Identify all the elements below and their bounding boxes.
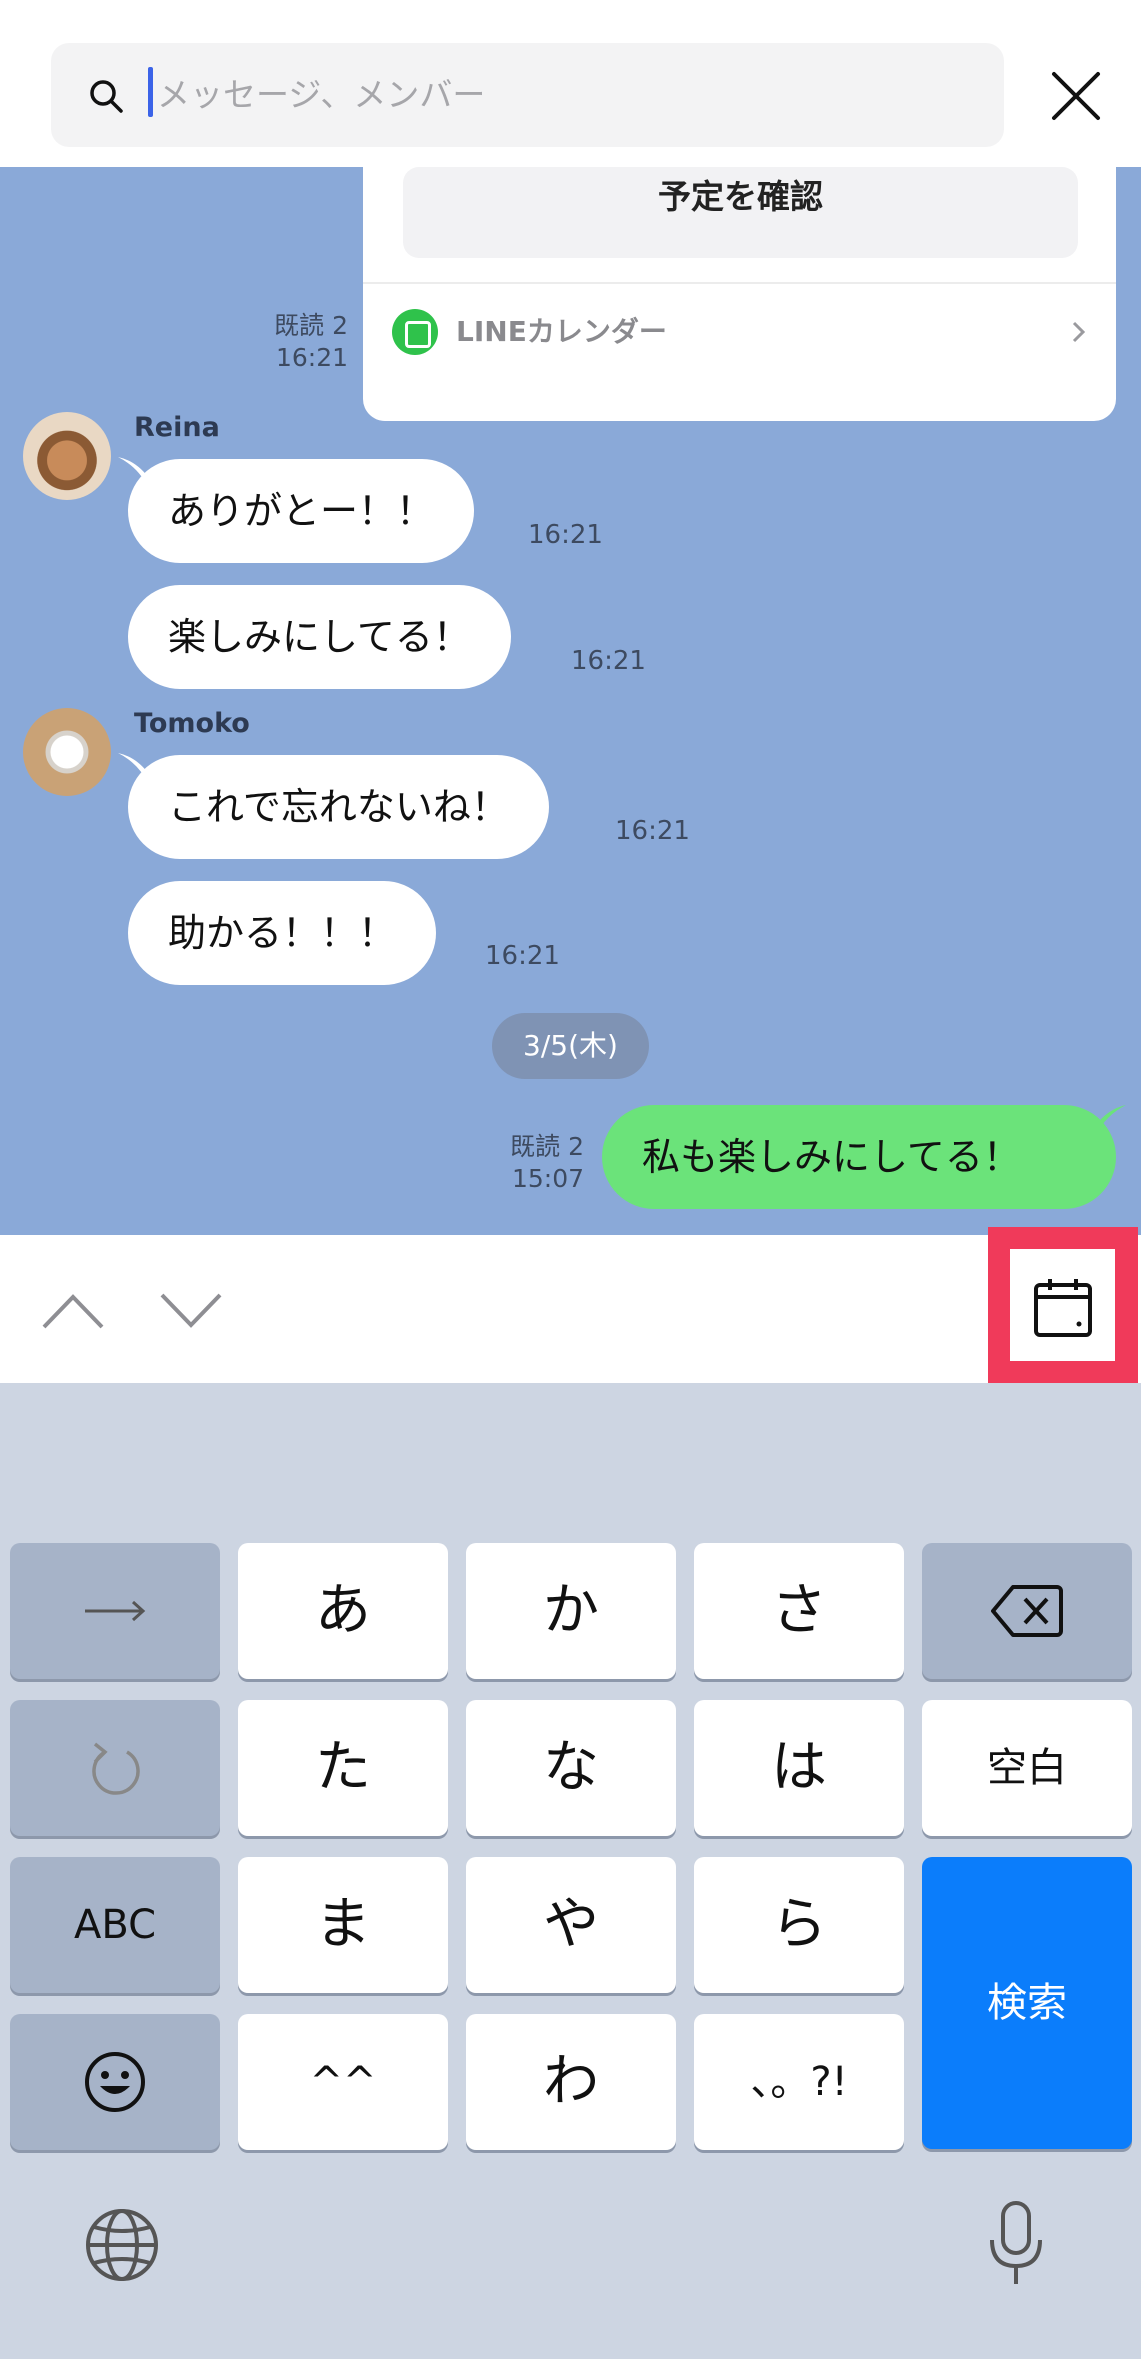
card-divider <box>363 282 1116 284</box>
search-input[interactable]: メッセージ、メンバー <box>51 43 1004 147</box>
key-undo[interactable] <box>10 1700 220 1836</box>
key-arrow-right[interactable] <box>10 1543 220 1679</box>
read-receipt: 既読 2 15:07 <box>480 1131 584 1195</box>
chevron-right-icon <box>1072 321 1086 343</box>
chevron-up-icon[interactable] <box>40 1291 106 1331</box>
calendar-share-card[interactable]: 予定を確認 LINEカレンダー <box>363 167 1116 421</box>
avatar-reina[interactable] <box>23 412 111 500</box>
globe-icon[interactable] <box>84 2207 160 2283</box>
key-a[interactable]: あ <box>238 1543 448 1679</box>
key-backspace[interactable] <box>922 1543 1132 1679</box>
read-count: 既読 2 <box>510 1132 584 1161</box>
key-ma[interactable]: ま <box>238 1857 448 1993</box>
close-icon[interactable] <box>1048 68 1104 124</box>
key-punctuation[interactable]: 、。?! <box>694 2014 904 2150</box>
key-kaomoji[interactable]: ^^ <box>238 2014 448 2150</box>
search-header: メッセージ、メンバー <box>0 0 1141 167</box>
message-bubble[interactable]: ありがとー！！ <box>128 459 475 563</box>
key-ha[interactable]: は <box>694 1700 904 1836</box>
message-bubble[interactable]: 助かる！！！ <box>128 881 437 985</box>
line-calendar-label: LINEカレンダー <box>456 315 667 348</box>
read-count: 既読 2 <box>274 311 348 340</box>
microphone-icon[interactable] <box>986 2200 1046 2288</box>
avatar-tomoko[interactable] <box>23 708 111 796</box>
sender-name: Tomoko <box>134 708 250 739</box>
confirm-schedule-button[interactable]: 予定を確認 <box>403 167 1078 258</box>
read-receipt: 既読 2 16:21 <box>240 310 348 374</box>
date-divider: 3/5(木) <box>492 1013 649 1079</box>
message-bubble[interactable]: 楽しみにしてる！ <box>128 585 511 689</box>
calendar-icon <box>1034 1279 1092 1337</box>
key-space[interactable]: 空白 <box>922 1700 1132 1836</box>
message-bubble[interactable]: これで忘れないね！ <box>128 755 549 859</box>
calendar-date-button[interactable] <box>1010 1249 1115 1361</box>
japanese-kana-keyboard: あ か さ た な は 空白 ABC ま や ら 検索 ^^ わ 、。?! <box>0 1383 1141 2359</box>
key-abc[interactable]: ABC <box>10 1857 220 1993</box>
key-ka[interactable]: か <box>466 1543 676 1679</box>
key-ta[interactable]: た <box>238 1700 448 1836</box>
undo-icon <box>92 1742 140 1795</box>
search-icon <box>90 80 123 113</box>
text-caret <box>148 67 153 117</box>
chevron-down-icon[interactable] <box>158 1291 224 1331</box>
key-ra[interactable]: ら <box>694 1857 904 1993</box>
emoji-icon <box>85 2052 145 2112</box>
search-result-nav <box>0 1227 1141 1384</box>
key-search[interactable]: 検索 <box>922 1857 1132 2149</box>
message-time: 16:21 <box>528 520 603 550</box>
message-time: 16:21 <box>275 343 348 372</box>
key-ya[interactable]: や <box>466 1857 676 1993</box>
message-time: 16:21 <box>485 941 560 971</box>
chat-area: 予定を確認 LINEカレンダー 既読 2 16:21 Reina ありがとー！！… <box>0 167 1141 1235</box>
key-sa[interactable]: さ <box>694 1543 904 1679</box>
message-time: 16:21 <box>571 646 646 676</box>
backspace-icon <box>991 1585 1063 1637</box>
key-na[interactable]: な <box>466 1700 676 1836</box>
arrow-right-icon <box>85 1600 146 1622</box>
bubble-tail <box>1096 1105 1126 1135</box>
sender-name: Reina <box>134 412 220 443</box>
line-calendar-icon <box>392 309 438 355</box>
key-emoji[interactable] <box>10 2014 220 2150</box>
message-time: 16:21 <box>615 816 690 846</box>
outgoing-message-bubble[interactable]: 私も楽しみにしてる！ <box>602 1105 1116 1209</box>
key-wa[interactable]: わ <box>466 2014 676 2150</box>
search-placeholder: メッセージ、メンバー <box>157 75 486 114</box>
message-time: 15:07 <box>511 1164 584 1193</box>
